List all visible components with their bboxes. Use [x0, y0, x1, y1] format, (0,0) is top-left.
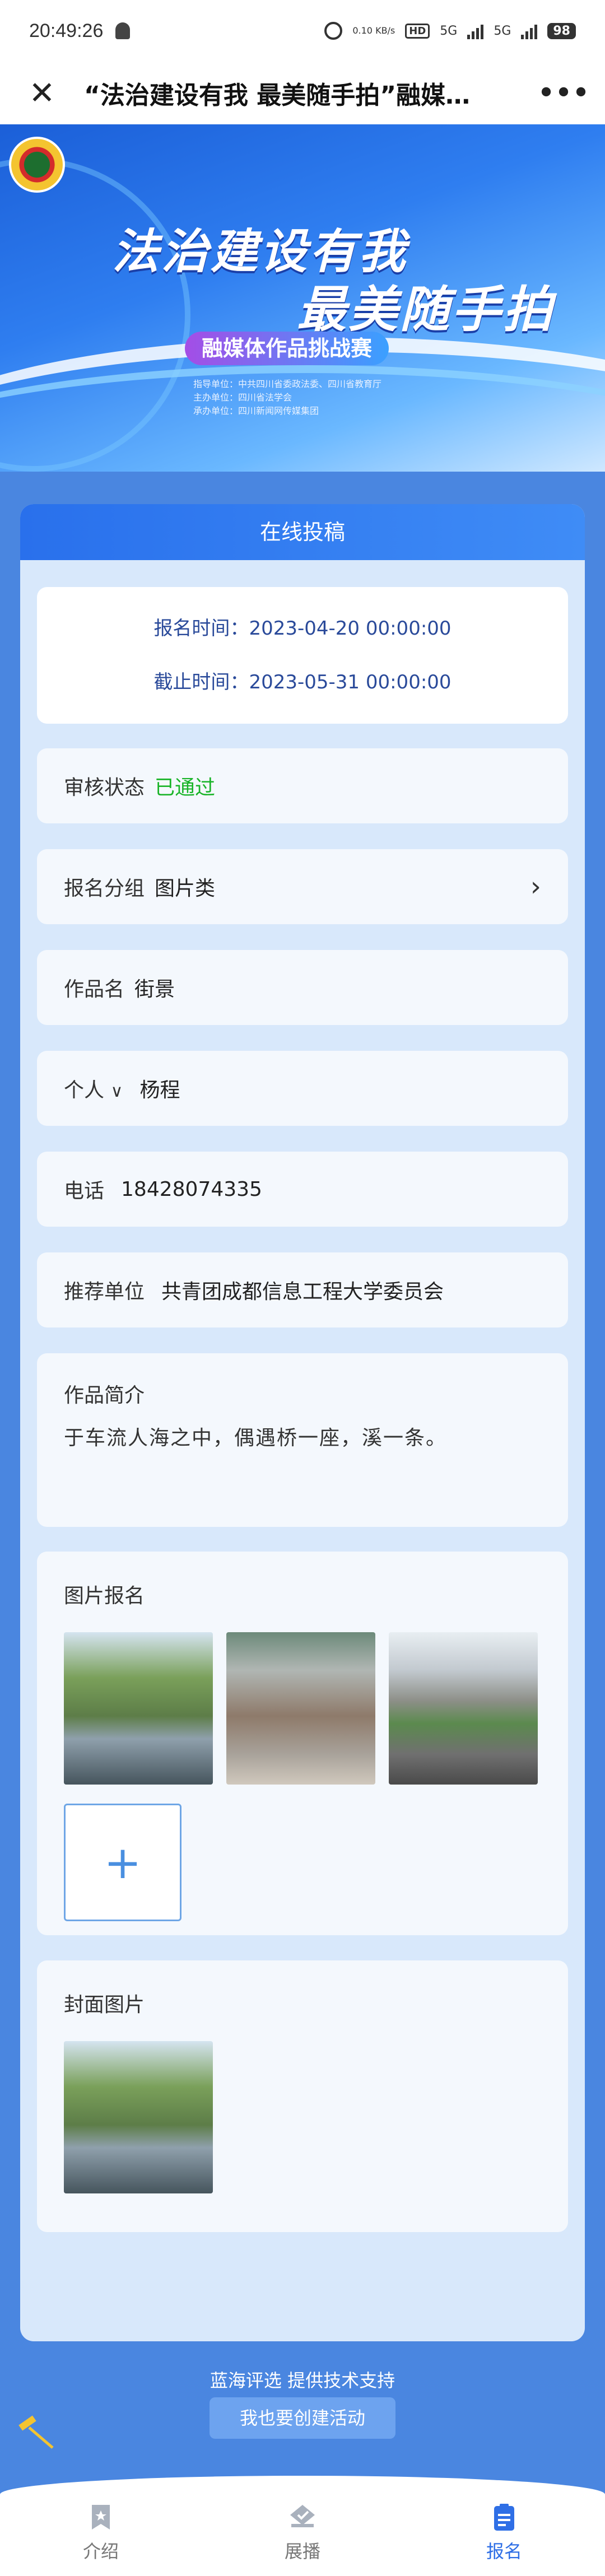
page-title: “法治建设有我 最美随手拍”融媒…	[84, 81, 471, 110]
tech-support-text: 蓝海评选 提供技术支持	[210, 2370, 395, 2391]
add-photo-button[interactable]: +	[64, 1804, 182, 1921]
review-status-card: 审核状态 已通过	[37, 748, 568, 823]
cover-label: 封面图片	[64, 1993, 145, 2016]
register-time-value: 2023-04-20 00:00:00	[249, 617, 452, 640]
hd-badge: HD	[405, 23, 430, 39]
status-indicators: 0.10 KB/s HD 5G 5G 98	[324, 22, 576, 40]
group-value: 图片类	[155, 877, 216, 900]
bottom-tab-bar: 介绍 展播 报名	[0, 2476, 605, 2576]
entrant-type-label: 个人	[64, 1079, 105, 1102]
images-label: 图片报名	[64, 1585, 145, 1608]
more-options-icon[interactable]: •••	[521, 75, 605, 111]
status-time: 20:49:26	[29, 20, 104, 41]
person-field[interactable]: 个人 ∨ 杨程	[37, 1051, 568, 1126]
create-activity-button[interactable]: 我也要创建活动	[210, 2397, 395, 2439]
work-name-field[interactable]: 作品名 街景	[37, 950, 568, 1025]
deadline-label: 截止时间：	[153, 671, 249, 693]
recommend-unit-value: 共青团成都信息工程大学委员会	[161, 1280, 444, 1303]
photo-list	[64, 1632, 541, 1785]
intro-label: 作品简介	[64, 1384, 145, 1407]
network-type-2: 5G	[494, 24, 511, 38]
tab-showcase[interactable]: 展播	[202, 2476, 403, 2576]
recommend-unit-label: 推荐单位	[64, 1280, 145, 1303]
notification-bell-icon	[115, 22, 131, 39]
tab-register[interactable]: 报名	[403, 2476, 605, 2576]
phone-value: 18428074335	[121, 1177, 262, 1201]
network-speed: 0.10 KB/s	[352, 25, 395, 36]
review-status-label: 审核状态	[64, 776, 145, 799]
status-bar: 20:49:26 0.10 KB/s HD 5G 5G 98	[0, 0, 605, 62]
banner-org-line: 指导单位：中共四川省委政法委、四川省教育厅	[193, 379, 382, 389]
recommend-unit-field[interactable]: 推荐单位 共青团成都信息工程大学委员会	[37, 1252, 568, 1327]
register-time-row: 报名时间：2023-04-20 00:00:00	[64, 602, 541, 655]
person-name-value: 杨程	[139, 1079, 180, 1102]
banner-subtitle: 融媒体作品挑战赛	[185, 332, 389, 365]
event-banner: 法治建设有我 最美随手拍 融媒体作品挑战赛 指导单位：中共四川省委政法委、四川省…	[0, 124, 605, 472]
layers-icon	[290, 2504, 315, 2527]
signal-icon-2	[521, 22, 538, 39]
signal-icon	[467, 22, 484, 39]
tab-label: 介绍	[82, 2540, 119, 2562]
network-type-1: 5G	[440, 24, 458, 38]
tab-label: 展播	[284, 2540, 320, 2562]
group-label: 报名分组	[64, 877, 145, 900]
cover-section: 封面图片	[37, 1960, 568, 2232]
banner-org-line: 主办单位：四川省法学会	[193, 392, 292, 403]
images-section: 图片报名 +	[37, 1552, 568, 1935]
photo-thumbnail[interactable]	[226, 1632, 375, 1785]
phone-label: 电话	[64, 1180, 105, 1203]
chevron-down-icon: ∨	[110, 1082, 123, 1101]
tab-label: 报名	[486, 2540, 522, 2562]
panel-header: 在线投稿	[20, 504, 585, 560]
banner-org-line: 承办单位：四川新闻网传媒集团	[193, 406, 319, 416]
photo-thumbnail[interactable]	[389, 1632, 538, 1785]
close-icon[interactable]: ✕	[0, 62, 84, 124]
phone-field[interactable]: 电话 18428074335	[37, 1152, 568, 1227]
group-select[interactable]: 报名分组 图片类 ›	[37, 849, 568, 924]
intro-field[interactable]: 作品简介 于车流人海之中，偶遇桥一座，溪一条。	[37, 1353, 568, 1527]
work-name-label: 作品名	[64, 978, 125, 1001]
battery-indicator: 98	[547, 22, 576, 39]
banner-title-line2: 最美随手拍	[297, 281, 555, 338]
clipboard-icon	[494, 2503, 514, 2531]
review-status-value: 已通过	[155, 776, 216, 799]
intro-text: 于车流人海之中，偶遇桥一座，溪一条。	[64, 1427, 448, 1450]
cover-thumbnail[interactable]	[64, 2041, 213, 2193]
submission-panel: 在线投稿 报名时间：2023-04-20 00:00:00 截止时间：2023-…	[20, 504, 585, 2341]
deadline-value: 2023-05-31 00:00:00	[249, 671, 452, 693]
deadline-row: 截止时间：2023-05-31 00:00:00	[64, 655, 541, 709]
register-time-label: 报名时间：	[153, 617, 249, 640]
law-society-logo	[9, 137, 65, 193]
photo-thumbnail[interactable]	[64, 1632, 213, 1785]
alarm-icon	[324, 22, 343, 40]
tab-intro[interactable]: 介绍	[0, 2476, 202, 2576]
work-name-value: 街景	[134, 978, 175, 1001]
nav-bar: ✕ “法治建设有我 最美随手拍”融媒… •••	[0, 62, 605, 124]
time-card: 报名时间：2023-04-20 00:00:00 截止时间：2023-05-31…	[37, 587, 568, 724]
bookmark-icon	[92, 2504, 110, 2530]
chevron-right-icon: ›	[530, 871, 541, 902]
entrant-type-select[interactable]: 个人 ∨	[64, 1074, 123, 1103]
gavel-icon	[18, 2415, 54, 2449]
